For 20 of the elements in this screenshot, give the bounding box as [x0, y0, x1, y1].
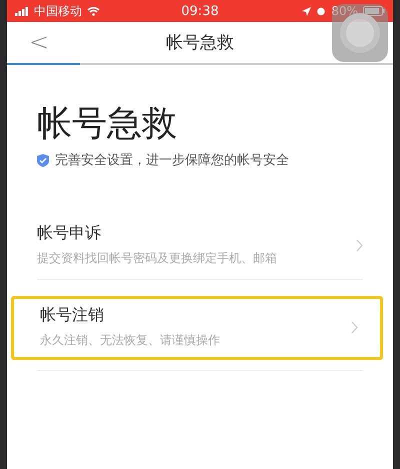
item-title: 帐号注销 [40, 305, 105, 326]
heading: 帐号急救 [37, 103, 178, 145]
menu-item[interactable]: 帐号申诉 提交资料找回帐号密码及更换绑定手机、邮箱 [37, 215, 363, 280]
menu-item[interactable]: 帐号注销 永久注销、无法恢复、请谨慎操作 [11, 296, 383, 360]
signal-icon [15, 6, 29, 16]
wifi-icon [87, 6, 100, 16]
shield-icon [37, 154, 49, 166]
chevron-right-icon [356, 238, 363, 252]
status-time: 09:38 [181, 4, 219, 18]
back-button[interactable]: < [25, 28, 54, 56]
item-description: 提交资料找回帐号密码及更换绑定手机、邮箱 [37, 250, 277, 267]
item-title: 帐号申诉 [37, 223, 102, 244]
location-arrow-icon [302, 6, 312, 16]
carrier-name: 中国移动 [34, 2, 82, 20]
item-description: 永久注销、无法恢复、请谨慎操作 [40, 332, 220, 349]
subtitle: 完善安全设置，进一步保障您的帐号安全 [55, 152, 289, 169]
chevron-right-icon [351, 320, 358, 334]
page-title: 帐号急救 [166, 32, 234, 54]
assistive-touch-button[interactable] [332, 4, 388, 62]
battery-icon [363, 6, 385, 16]
